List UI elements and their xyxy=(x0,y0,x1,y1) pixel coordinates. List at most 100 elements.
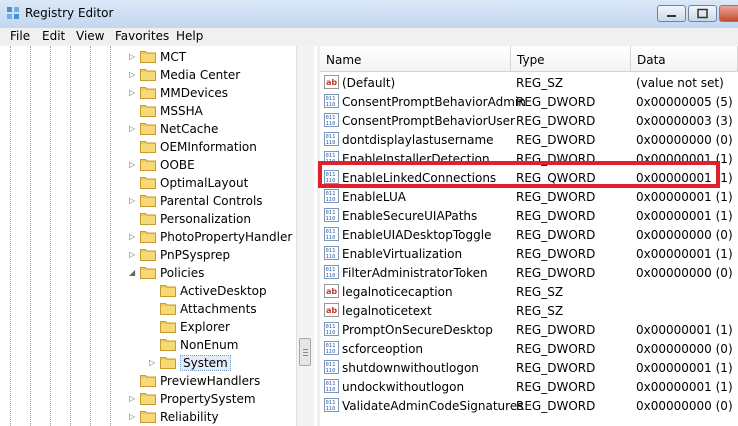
table-row[interactable]: ab legalnoticecaption REG_SZ xyxy=(320,282,738,301)
value-name: (Default) xyxy=(342,76,396,90)
folder-icon xyxy=(140,158,156,171)
tree-item-label: PreviewHandlers xyxy=(160,374,261,388)
tree-item[interactable]: ActiveDesktop xyxy=(0,282,296,300)
tree-item[interactable]: PreviewHandlers xyxy=(0,372,296,390)
table-row[interactable]: 011 110 EnableVirtualization REG_DWORD 0x000… xyxy=(320,244,738,263)
tree-item[interactable]: Personalization xyxy=(0,210,296,228)
values-list[interactable]: Name Type Data ab (Default) REG_SZ (value n… xyxy=(320,46,738,426)
value-data: 0x00000001 (1) xyxy=(636,247,733,261)
value-data: 0x00000000 (0) xyxy=(636,266,733,280)
expand-arrow-icon[interactable]: ▷ xyxy=(129,70,135,79)
expand-arrow-icon[interactable]: ▷ xyxy=(129,124,135,133)
binary-value-icon: 011 110 xyxy=(324,94,339,108)
tree-item[interactable]: ▷ PnPSysprep xyxy=(0,246,296,264)
window-title: Registry Editor xyxy=(25,6,114,20)
expand-arrow-icon[interactable]: ▷ xyxy=(149,358,155,367)
tree-item[interactable]: ▷ Reliability xyxy=(0,408,296,426)
value-type: REG_DWORD xyxy=(516,209,596,223)
collapse-arrow-icon[interactable]: ◢ xyxy=(129,268,135,277)
column-header-name[interactable]: Name xyxy=(320,46,511,72)
minimize-button[interactable] xyxy=(657,5,686,22)
expand-arrow-icon[interactable]: ▷ xyxy=(129,412,135,421)
tree-item[interactable]: OEMInformation xyxy=(0,138,296,156)
menu-help[interactable]: Help xyxy=(173,28,206,46)
table-row[interactable]: 011 110 ConsentPromptBehaviorUser REG_DWORD… xyxy=(320,111,738,130)
table-row[interactable]: 011 110 EnableUIADesktopToggle REG_DWORD 0x0… xyxy=(320,225,738,244)
value-type: REG_DWORD xyxy=(516,323,596,337)
tree-item-label: OOBE xyxy=(160,158,195,172)
svg-text:110: 110 xyxy=(326,273,336,279)
expand-arrow-icon[interactable]: ▷ xyxy=(129,196,135,205)
tree-item-label: OptimalLayout xyxy=(160,176,249,190)
table-row[interactable]: 011 110 FilterAdministratorToken REG_DWORD 0… xyxy=(320,263,738,282)
table-row[interactable]: 011 110 EnableLUA REG_DWORD 0x00000001 (1) xyxy=(320,187,738,206)
minimize-icon xyxy=(667,15,676,17)
tree-item[interactable]: ▷ PhotoPropertyHandler xyxy=(0,228,296,246)
tree-item[interactable]: ▷ Media Center xyxy=(0,66,296,84)
tree-item[interactable]: Attachments xyxy=(0,300,296,318)
tree-item-label: Parental Controls xyxy=(160,194,263,208)
column-header-data-label: Data xyxy=(637,53,666,67)
binary-value-icon: 011 110 xyxy=(324,322,339,336)
expand-arrow-icon[interactable]: ▷ xyxy=(129,250,135,259)
tree-item-label: Attachments xyxy=(180,302,257,316)
close-button[interactable] xyxy=(719,5,738,22)
menu-edit[interactable]: Edit xyxy=(39,28,68,46)
expand-arrow-icon[interactable]: ▷ xyxy=(129,232,135,241)
tree-item[interactable]: ▷ System xyxy=(0,354,296,372)
expand-arrow-icon[interactable]: ▷ xyxy=(129,52,135,61)
tree-item[interactable]: ▷ MCT xyxy=(0,48,296,66)
svg-text:110: 110 xyxy=(326,387,336,393)
table-row[interactable]: ab (Default) REG_SZ (value not set) xyxy=(320,73,738,92)
tree-item[interactable]: Explorer xyxy=(0,318,296,336)
tree-item[interactable]: ▷ OOBE xyxy=(0,156,296,174)
value-name: legalnoticetext xyxy=(342,304,432,318)
tree-item-label: NetCache xyxy=(160,122,219,136)
folder-icon xyxy=(140,266,156,279)
tree-item-label: Personalization xyxy=(160,212,251,226)
tree-item-label: PhotoPropertyHandler xyxy=(160,230,293,244)
tree-item[interactable]: ◢ Policies xyxy=(0,264,296,282)
binary-value-icon: 011 110 xyxy=(324,341,339,355)
expand-arrow-icon[interactable]: ▷ xyxy=(129,394,135,403)
folder-icon xyxy=(140,104,156,117)
tree-item[interactable]: OptimalLayout xyxy=(0,174,296,192)
table-row[interactable]: 011 110 undockwithoutlogon REG_DWORD 0x00000… xyxy=(320,377,738,396)
value-type: REG_DWORD xyxy=(516,380,596,394)
menu-file[interactable]: File xyxy=(7,28,33,46)
value-type: REG_DWORD xyxy=(516,342,596,356)
tree-scrollbar-thumb[interactable] xyxy=(299,338,311,366)
svg-text:110: 110 xyxy=(326,235,336,241)
value-data: 0x00000001 (1) xyxy=(636,380,733,394)
expand-arrow-icon[interactable]: ▷ xyxy=(129,160,135,169)
table-row[interactable]: 011 110 scforceoption REG_DWORD 0x00000000 (… xyxy=(320,339,738,358)
table-row[interactable]: 011 110 EnableSecureUIAPaths REG_DWORD 0x000… xyxy=(320,206,738,225)
table-row[interactable]: ab legalnoticetext REG_SZ xyxy=(320,301,738,320)
title-bar: Registry Editor xyxy=(0,0,738,28)
tree-item[interactable]: ▷ MMDevices xyxy=(0,84,296,102)
tree-scrollbar[interactable] xyxy=(296,46,314,426)
folder-icon xyxy=(140,122,156,135)
table-row[interactable]: 011 110 ConsentPromptBehaviorAdmin REG_DWOR… xyxy=(320,92,738,111)
tree-item[interactable]: MSSHA xyxy=(0,102,296,120)
column-header-name-label: Name xyxy=(326,53,362,67)
menu-view[interactable]: View xyxy=(73,28,107,46)
svg-text:110: 110 xyxy=(326,330,336,336)
column-header-data[interactable]: Data xyxy=(631,46,738,72)
expand-arrow-icon[interactable]: ▷ xyxy=(129,88,135,97)
table-row[interactable]: 011 110 shutdownwithoutlogon REG_DWORD 0x000… xyxy=(320,358,738,377)
tree-item[interactable]: ▷ NetCache xyxy=(0,120,296,138)
table-row[interactable]: 011 110 dontdisplaylastusername REG_DWORD 0x… xyxy=(320,130,738,149)
column-header-type[interactable]: Type xyxy=(511,46,631,72)
folder-icon xyxy=(140,248,156,261)
table-row[interactable]: 011 110 PromptOnSecureDesktop REG_DWORD 0x00… xyxy=(320,320,738,339)
table-row[interactable]: 011 110 ValidateAdminCodeSignatures REG_DWO… xyxy=(320,396,738,415)
tree-item[interactable]: ▷ PropertySystem xyxy=(0,390,296,408)
maximize-button[interactable] xyxy=(688,5,717,22)
value-type: REG_DWORD xyxy=(516,228,596,242)
tree-item[interactable]: NonEnum xyxy=(0,336,296,354)
key-tree[interactable]: ▷ MCT ▷ Media Center ▷ MMDevices MSSHA ▷ NetCach… xyxy=(0,46,318,426)
menu-favorites[interactable]: Favorites xyxy=(112,28,172,46)
tree-item[interactable]: ▷ Parental Controls xyxy=(0,192,296,210)
svg-text:ab: ab xyxy=(326,306,337,315)
